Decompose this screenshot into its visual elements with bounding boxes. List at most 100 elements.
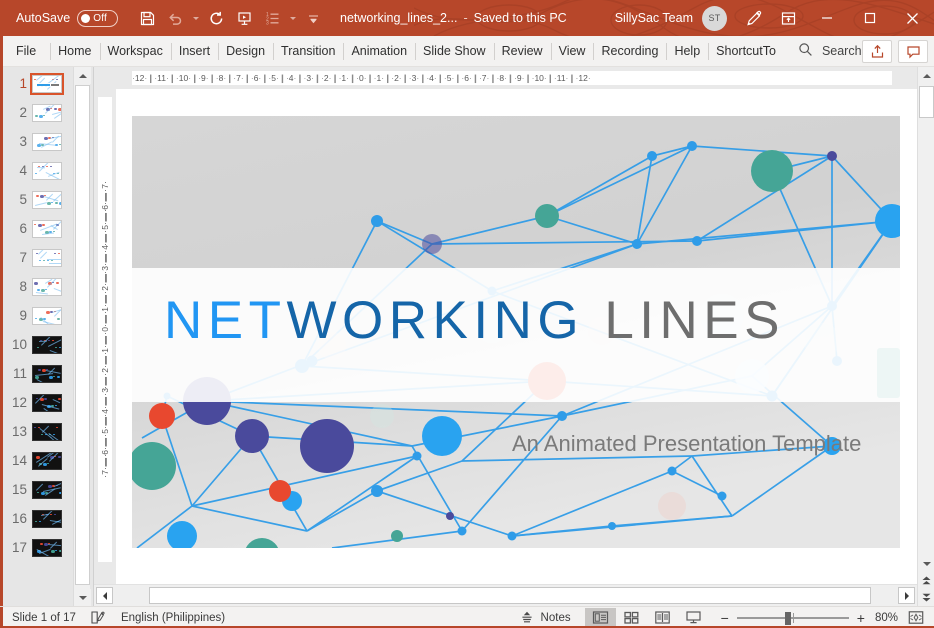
ruler-major-tick: ❙: [208, 73, 216, 83]
tab-shortcut-tools[interactable]: ShortcutTo: [708, 36, 784, 67]
autosave-control[interactable]: AutoSave Off: [16, 0, 119, 36]
close-icon[interactable]: [891, 0, 934, 36]
zoom-out-button[interactable]: −: [721, 610, 729, 626]
fit-slide-to-window-icon[interactable]: [908, 610, 924, 625]
slide-thumbnail-preview: [32, 335, 62, 354]
slide-sorter-view-button[interactable]: [616, 608, 647, 628]
tab-recording[interactable]: Recording: [593, 36, 666, 67]
slide-thumbnail-13[interactable]: 13: [3, 417, 71, 446]
thumbnail-scroll-thumb[interactable]: [75, 85, 90, 585]
avatar[interactable]: ST: [702, 5, 727, 31]
save-status: Saved to this PC: [473, 11, 567, 25]
slide-title[interactable]: NETWORKING LINES: [164, 294, 900, 347]
previous-slide-icon[interactable]: [918, 572, 934, 589]
slide-1[interactable]: NETWORKING LINES An Animated Presentatio…: [132, 116, 900, 548]
slide-thumbnail-14[interactable]: 14: [3, 446, 71, 475]
redo-icon[interactable]: [203, 5, 229, 31]
slide-canvas[interactable]: NETWORKING LINES An Animated Presentatio…: [116, 89, 917, 584]
slide-horizontal-scrollbar[interactable]: [94, 584, 917, 606]
slide-subtitle[interactable]: An Animated Presentation Template: [512, 431, 900, 457]
tab-view[interactable]: View: [550, 36, 594, 67]
ribbon-display-options-icon[interactable]: [771, 0, 805, 36]
tab-transitions[interactable]: Transition: [273, 36, 343, 67]
zoom-in-button[interactable]: +: [857, 610, 865, 626]
scroll-down-icon[interactable]: [918, 555, 934, 572]
slide-thumbnail-10[interactable]: 10: [3, 330, 71, 359]
scroll-up-icon[interactable]: [918, 67, 934, 84]
slide-thumbnail-17[interactable]: 17: [3, 533, 71, 562]
ruler-major-tick: ❙: [349, 73, 357, 83]
tab-file[interactable]: File: [0, 36, 50, 67]
scroll-right-icon[interactable]: [898, 587, 915, 604]
slide-thumbnail-15[interactable]: 15: [3, 475, 71, 504]
slide-thumbnail-4[interactable]: 4: [3, 156, 71, 185]
notes-page-icon[interactable]: [90, 610, 107, 625]
language-indicator[interactable]: English (Philippines): [121, 612, 225, 624]
tab-help[interactable]: Help: [666, 36, 708, 67]
slide-thumbnail-preview: [32, 161, 62, 180]
document-title[interactable]: networking_lines_2...: [340, 11, 457, 25]
slide-thumbnail-7[interactable]: 7: [3, 243, 71, 272]
thumbnail-scroll-up-icon[interactable]: [74, 67, 91, 84]
slide-thumbnail-16[interactable]: 16: [3, 504, 71, 533]
tab-review[interactable]: Review: [493, 36, 551, 67]
maximize-icon[interactable]: [848, 0, 891, 36]
thumbnail-pane-scrollbar[interactable]: [73, 67, 91, 606]
vruler-major-tick: ❙: [100, 416, 110, 427]
horizontal-scroll-thumb[interactable]: [149, 587, 871, 604]
notes-label[interactable]: Notes: [541, 612, 571, 624]
scroll-left-icon[interactable]: [96, 587, 113, 604]
slide-thumbnail-6[interactable]: 6: [3, 214, 71, 243]
search-placeholder: Search: [821, 44, 862, 58]
tab-home[interactable]: Home: [50, 36, 99, 67]
slide-thumbnail-number: 13: [11, 424, 27, 439]
ruler-major-tick: ❙: [147, 73, 155, 83]
slide-vertical-scrollbar[interactable]: [917, 67, 934, 572]
slide-thumbnail-11[interactable]: 11: [3, 359, 71, 388]
reading-view-button[interactable]: [647, 608, 678, 628]
autosave-toggle[interactable]: Off: [77, 9, 119, 27]
vertical-ruler[interactable]: · 7 · ❙ · 6 · ❙ · 5 · ❙ · 4 · ❙ · 3 · ❙ …: [94, 89, 116, 584]
slide-thumbnail-2[interactable]: 2: [3, 98, 71, 127]
slide-counter[interactable]: Slide 1 of 17: [12, 612, 76, 624]
zoom-level[interactable]: 80%: [875, 612, 898, 624]
thumbnail-scroll-down-icon[interactable]: [74, 589, 91, 606]
tab-insert[interactable]: Insert: [170, 36, 218, 67]
bullet-dropdown-icon[interactable]: [287, 5, 298, 31]
share-icon[interactable]: [862, 40, 892, 63]
start-from-beginning-icon[interactable]: [231, 5, 257, 31]
undo-icon[interactable]: [162, 5, 188, 31]
next-slide-icon[interactable]: [918, 589, 934, 606]
slide-thumbnail-8[interactable]: 8: [3, 272, 71, 301]
ruler-major-tick: ❙: [168, 73, 176, 83]
zoom-slider[interactable]: [736, 610, 849, 626]
slide-thumbnail-12[interactable]: 12: [3, 388, 71, 417]
comments-icon[interactable]: [898, 40, 928, 63]
save-icon[interactable]: [134, 5, 160, 31]
normal-view-button[interactable]: [584, 607, 616, 628]
slide-show-view-button[interactable]: [678, 608, 709, 628]
tab-design[interactable]: Design: [218, 36, 273, 67]
tab-workspace[interactable]: Workspac: [99, 36, 171, 67]
slide-thumbnail-list[interactable]: 1 2 3 4 5 6 7 8 9 10 11 12 13 14 15 16 17: [3, 69, 71, 604]
tab-animations[interactable]: Animation: [343, 36, 415, 67]
slide-thumbnail-1[interactable]: 1: [3, 69, 71, 98]
zoom-slider-handle: [784, 611, 791, 625]
scroll-thumb[interactable]: [919, 86, 934, 118]
slide-thumbnail-5[interactable]: 5: [3, 185, 71, 214]
account-name[interactable]: SillySac Team: [615, 11, 693, 25]
ruler-major-tick: ❙: [471, 73, 479, 83]
pen-icon[interactable]: [737, 0, 771, 36]
horizontal-ruler[interactable]: · 12 · ❙ · 11 · ❙ · 10 · ❙ · 9 · ❙ · 8 ·…: [94, 67, 917, 89]
slide-thumbnail-3[interactable]: 3: [3, 127, 71, 156]
notes-button-icon[interactable]: [519, 610, 535, 625]
undo-dropdown-icon[interactable]: [190, 5, 201, 31]
search-box[interactable]: Search: [798, 42, 862, 60]
tab-slide-show[interactable]: Slide Show: [415, 36, 494, 67]
customize-qat-icon[interactable]: [300, 5, 326, 31]
bullet-list-icon[interactable]: 123: [259, 5, 285, 31]
status-bar: Slide 1 of 17 English (Philippines) Note…: [0, 606, 934, 628]
slide-thumbnail-9[interactable]: 9: [3, 301, 71, 330]
minimize-icon[interactable]: [805, 0, 848, 36]
horizontal-scroll-track[interactable]: [115, 587, 896, 604]
